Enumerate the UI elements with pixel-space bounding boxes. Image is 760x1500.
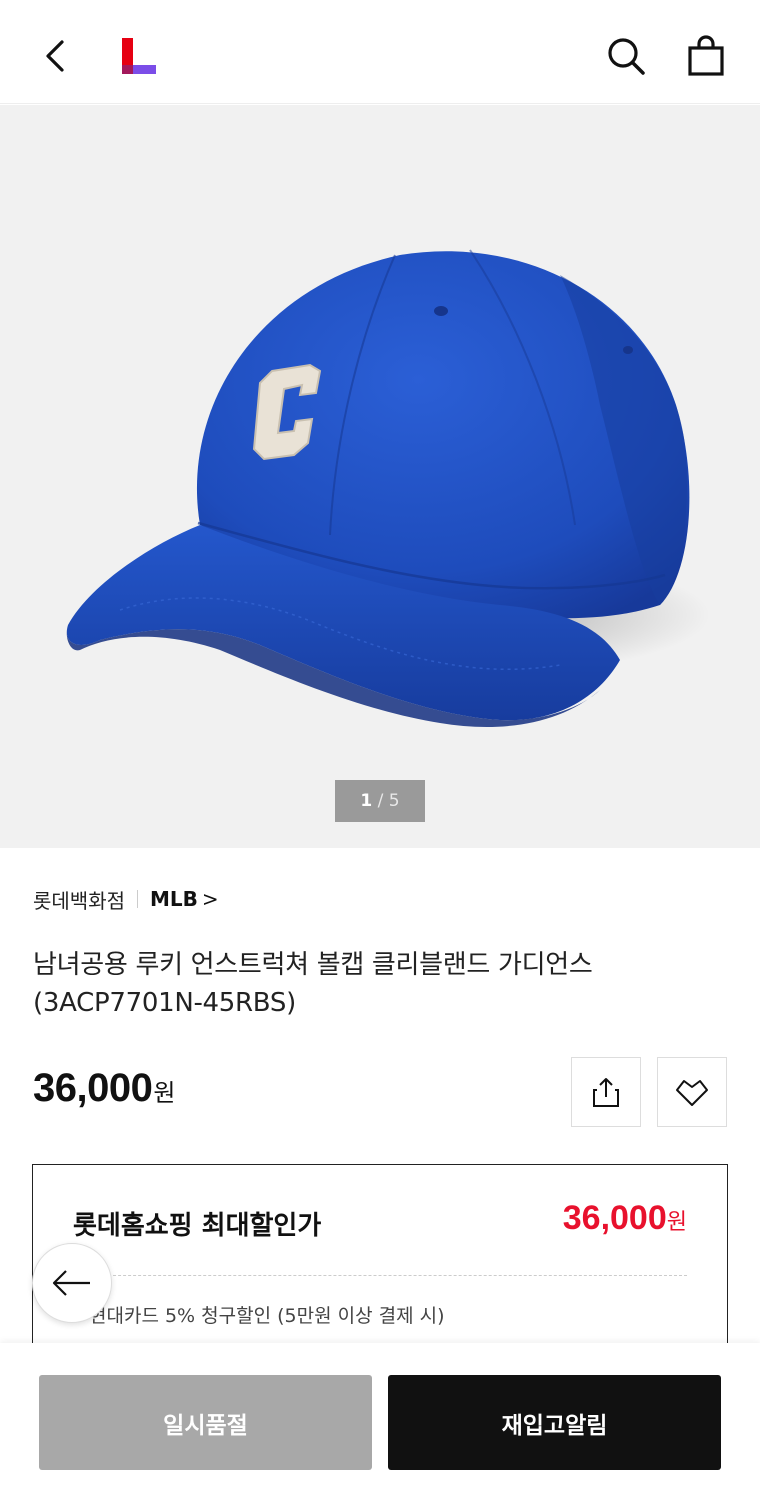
arrow-left-icon	[52, 1270, 90, 1296]
max-discount-price: 36,000원	[563, 1199, 687, 1238]
pager-separator: /	[377, 791, 384, 811]
pager-current: 1	[360, 791, 373, 811]
pager-total: 5	[388, 791, 400, 811]
max-discount-label: 롯데홈쇼핑 최대할인가	[73, 1211, 322, 1241]
card-benefit-text: 현대카드 5% 청구할인 (5만원 이상 결제 시)	[89, 1305, 445, 1327]
product-cap-image	[66, 249, 710, 727]
max-discount-unit: 원	[666, 1209, 687, 1234]
soldout-button[interactable]: 일시품절	[39, 1375, 372, 1470]
back-button[interactable]	[36, 32, 76, 80]
dashed-divider	[73, 1275, 687, 1276]
restock-alert-button[interactable]: 재입고알림	[388, 1375, 721, 1470]
brand-chevron[interactable]: >	[202, 887, 219, 911]
shopping-bag-icon	[688, 35, 724, 76]
store-name: 롯데백화점	[33, 888, 125, 913]
store-brand-row: 롯데백화점 MLB >	[33, 884, 219, 914]
search-button[interactable]	[604, 34, 648, 78]
divider	[137, 890, 138, 908]
search-icon	[608, 38, 645, 75]
chevron-left-icon	[46, 40, 64, 72]
share-button[interactable]	[571, 1057, 641, 1127]
bottom-action-bar: 일시품절 재입고알림	[0, 1343, 760, 1500]
price-value: 36,000	[33, 1066, 153, 1110]
product-title: 남녀공용 루키 언스트럭쳐 볼캡 클리블랜드 가디언스 (3ACP7701N-4…	[33, 950, 593, 1018]
share-icon	[593, 1078, 619, 1107]
product-image-gallery[interactable]: 1 / 5	[0, 105, 760, 848]
max-discount-box: 롯데홈쇼핑 최대할인가 36,000원 현대카드 5% 청구할인 (5만원 이상…	[32, 1164, 728, 1364]
lotte-L-logo-icon	[122, 38, 156, 74]
lotte-logo[interactable]	[120, 36, 160, 76]
price-unit: 원	[153, 1080, 176, 1107]
floating-back-button[interactable]	[32, 1243, 112, 1323]
brand-link[interactable]: MLB	[150, 887, 198, 911]
heart-icon	[676, 1080, 708, 1106]
wishlist-button[interactable]	[657, 1057, 727, 1127]
max-discount-value: 36,000	[562, 1199, 667, 1237]
gallery-pager: 1 / 5	[335, 780, 425, 822]
top-header	[0, 0, 760, 104]
cart-button[interactable]	[684, 34, 728, 78]
product-price: 36,000원	[33, 1066, 175, 1111]
